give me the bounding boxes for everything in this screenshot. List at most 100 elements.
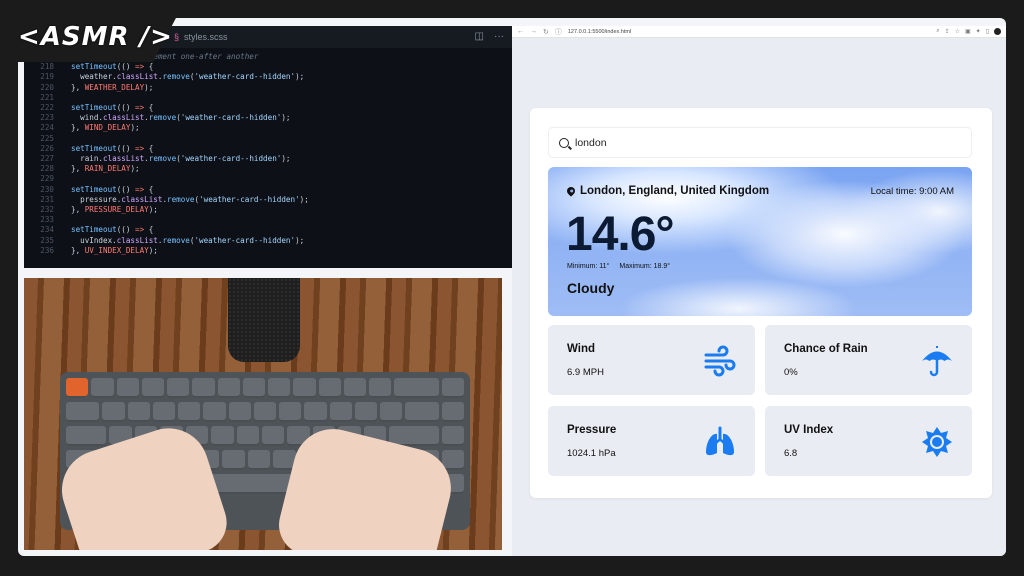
- code-token: 'weather-card--hidden': [194, 72, 296, 82]
- scss-file-icon: §: [174, 32, 180, 42]
- code-token: UV_INDEX_DELAY: [84, 245, 149, 255]
- stat-title: Wind: [567, 343, 595, 355]
- code-line: 219 weather. classList. remove('weather-ca…: [24, 72, 512, 82]
- code-token: 'weather-card--hidden': [180, 154, 282, 164]
- line-number: 230: [40, 184, 54, 194]
- browser-extensions: ⌕ ⇪ ☆ ▣ ✦ ▯: [936, 28, 1001, 35]
- code-line: 221: [24, 93, 512, 103]
- sun-icon: [922, 427, 952, 457]
- code-token: },: [71, 82, 85, 92]
- code-token: =>: [135, 103, 145, 113]
- code-token: setTimeout: [71, 103, 117, 113]
- minimum-temp: Minimum: 11°: [567, 263, 610, 270]
- code-token: WEATHER_DELAY: [84, 82, 145, 92]
- code-token: {: [144, 184, 154, 194]
- code-token: remove: [167, 194, 195, 204]
- code-token: );: [144, 82, 154, 92]
- stat-value: 0%: [784, 367, 798, 378]
- extension-icon[interactable]: ▣: [965, 28, 971, 35]
- line-number: 228: [40, 164, 54, 174]
- temperature: 14.6°: [566, 208, 675, 261]
- code-line: 233: [24, 215, 512, 225]
- code-token: WIND_DELAY: [84, 123, 131, 133]
- location-label: London, England, United Kingdom: [580, 185, 770, 197]
- line-number: 219: [40, 72, 54, 82]
- stat-title: Chance of Rain: [784, 343, 868, 355]
- code-token: );: [295, 72, 305, 82]
- zoom-icon[interactable]: ⌕: [936, 28, 939, 35]
- stat-title: UV Index: [784, 424, 834, 436]
- speaker-image: [228, 278, 300, 362]
- forward-icon[interactable]: →: [530, 28, 537, 35]
- code-line: 222 setTimeout(() => {: [24, 103, 512, 113]
- code-token: remove: [148, 154, 177, 164]
- code-line: 225: [24, 134, 512, 144]
- line-number: 221: [40, 92, 54, 102]
- weather-app-card: London, England, United Kingdom Local ti…: [530, 108, 992, 498]
- code-token: =>: [135, 184, 145, 194]
- code-token: =>: [135, 143, 145, 153]
- browser-toolbar: ← → ↻ ⓘ 127.0.0.1:5500/index.html ⌕ ⇪ ☆ …: [512, 26, 1006, 38]
- code-token: classList: [116, 235, 158, 245]
- puzzle-icon[interactable]: ✦: [976, 28, 981, 35]
- reload-icon[interactable]: ↻: [543, 28, 549, 36]
- code-token: ((): [116, 143, 136, 153]
- code-token: },: [71, 245, 85, 255]
- location-pin-icon: [565, 185, 577, 197]
- line-number: 229: [40, 174, 54, 184]
- search-icon: [559, 137, 569, 148]
- code-token: ((): [116, 103, 136, 113]
- code-token: },: [71, 164, 85, 174]
- code-area[interactable]: 217// animate each element one-after ano…: [24, 48, 512, 256]
- profile-avatar[interactable]: [994, 28, 1001, 35]
- umbrella-icon: [922, 346, 952, 377]
- local-time: Local time: 9:00 AM: [870, 186, 954, 197]
- uv-index-card: UV Index 6.8: [765, 406, 972, 476]
- line-number: 234: [40, 225, 54, 235]
- code-editor: § styles.scss ◫ ··· 217// animate each e…: [24, 26, 512, 268]
- code-line: 224}, WIND_DELAY);: [24, 123, 512, 133]
- wind-icon: [704, 345, 736, 377]
- line-number: 224: [40, 123, 54, 133]
- line-number: 227: [40, 154, 54, 164]
- code-token: remove: [162, 72, 190, 82]
- code-line: 220}, WEATHER_DELAY);: [24, 83, 512, 93]
- code-token: ((): [116, 184, 136, 194]
- code-line: 227 rain. classList. remove('weather-card-…: [24, 154, 512, 164]
- address-bar[interactable]: 127.0.0.1:5500/index.html: [568, 29, 930, 35]
- share-icon[interactable]: ⇪: [945, 28, 950, 35]
- weather-condition: Cloudy: [567, 280, 615, 296]
- stat-value: 1024.1 hPa: [567, 448, 616, 459]
- line-number: 220: [40, 82, 54, 92]
- location: London, England, United Kingdom: [565, 185, 770, 197]
- line-number: 226: [40, 143, 54, 153]
- back-icon[interactable]: ←: [517, 28, 524, 35]
- line-number: 231: [40, 194, 54, 204]
- video-frame: § styles.scss ◫ ··· 217// animate each e…: [18, 18, 1006, 556]
- code-token: RAIN_DELAY: [84, 164, 131, 174]
- search-input[interactable]: [575, 136, 955, 149]
- more-actions-icon[interactable]: ···: [494, 31, 504, 42]
- code-token: 'weather-card--hidden': [180, 113, 282, 123]
- split-editor-icon[interactable]: ◫: [475, 31, 484, 42]
- code-token: classList: [121, 194, 163, 204]
- line-number: 236: [40, 245, 54, 255]
- site-info-icon[interactable]: ⓘ: [555, 27, 562, 37]
- bookmark-icon[interactable]: ☆: [955, 28, 960, 35]
- code-line: 236}, UV_INDEX_DELAY);: [24, 246, 512, 256]
- code-line: 235 uvIndex. classList. remove('weather-ca…: [24, 236, 512, 246]
- code-token: =>: [135, 225, 145, 235]
- wind-card: Wind 6.9 MPH: [548, 325, 755, 395]
- code-line: 228}, RAIN_DELAY);: [24, 164, 512, 174]
- search-box: [548, 127, 972, 158]
- code-token: );: [295, 235, 305, 245]
- keyboard-video: [24, 278, 502, 550]
- code-token: );: [130, 123, 140, 133]
- sidebar-icon[interactable]: ▯: [986, 28, 989, 35]
- lungs-icon: [706, 426, 734, 456]
- code-token: );: [281, 154, 291, 164]
- code-token: rain.: [71, 154, 104, 164]
- code-token: setTimeout: [71, 225, 117, 235]
- code-line: 232}, PRESSURE_DELAY);: [24, 205, 512, 215]
- code-token: 'weather-card--hidden': [199, 194, 300, 204]
